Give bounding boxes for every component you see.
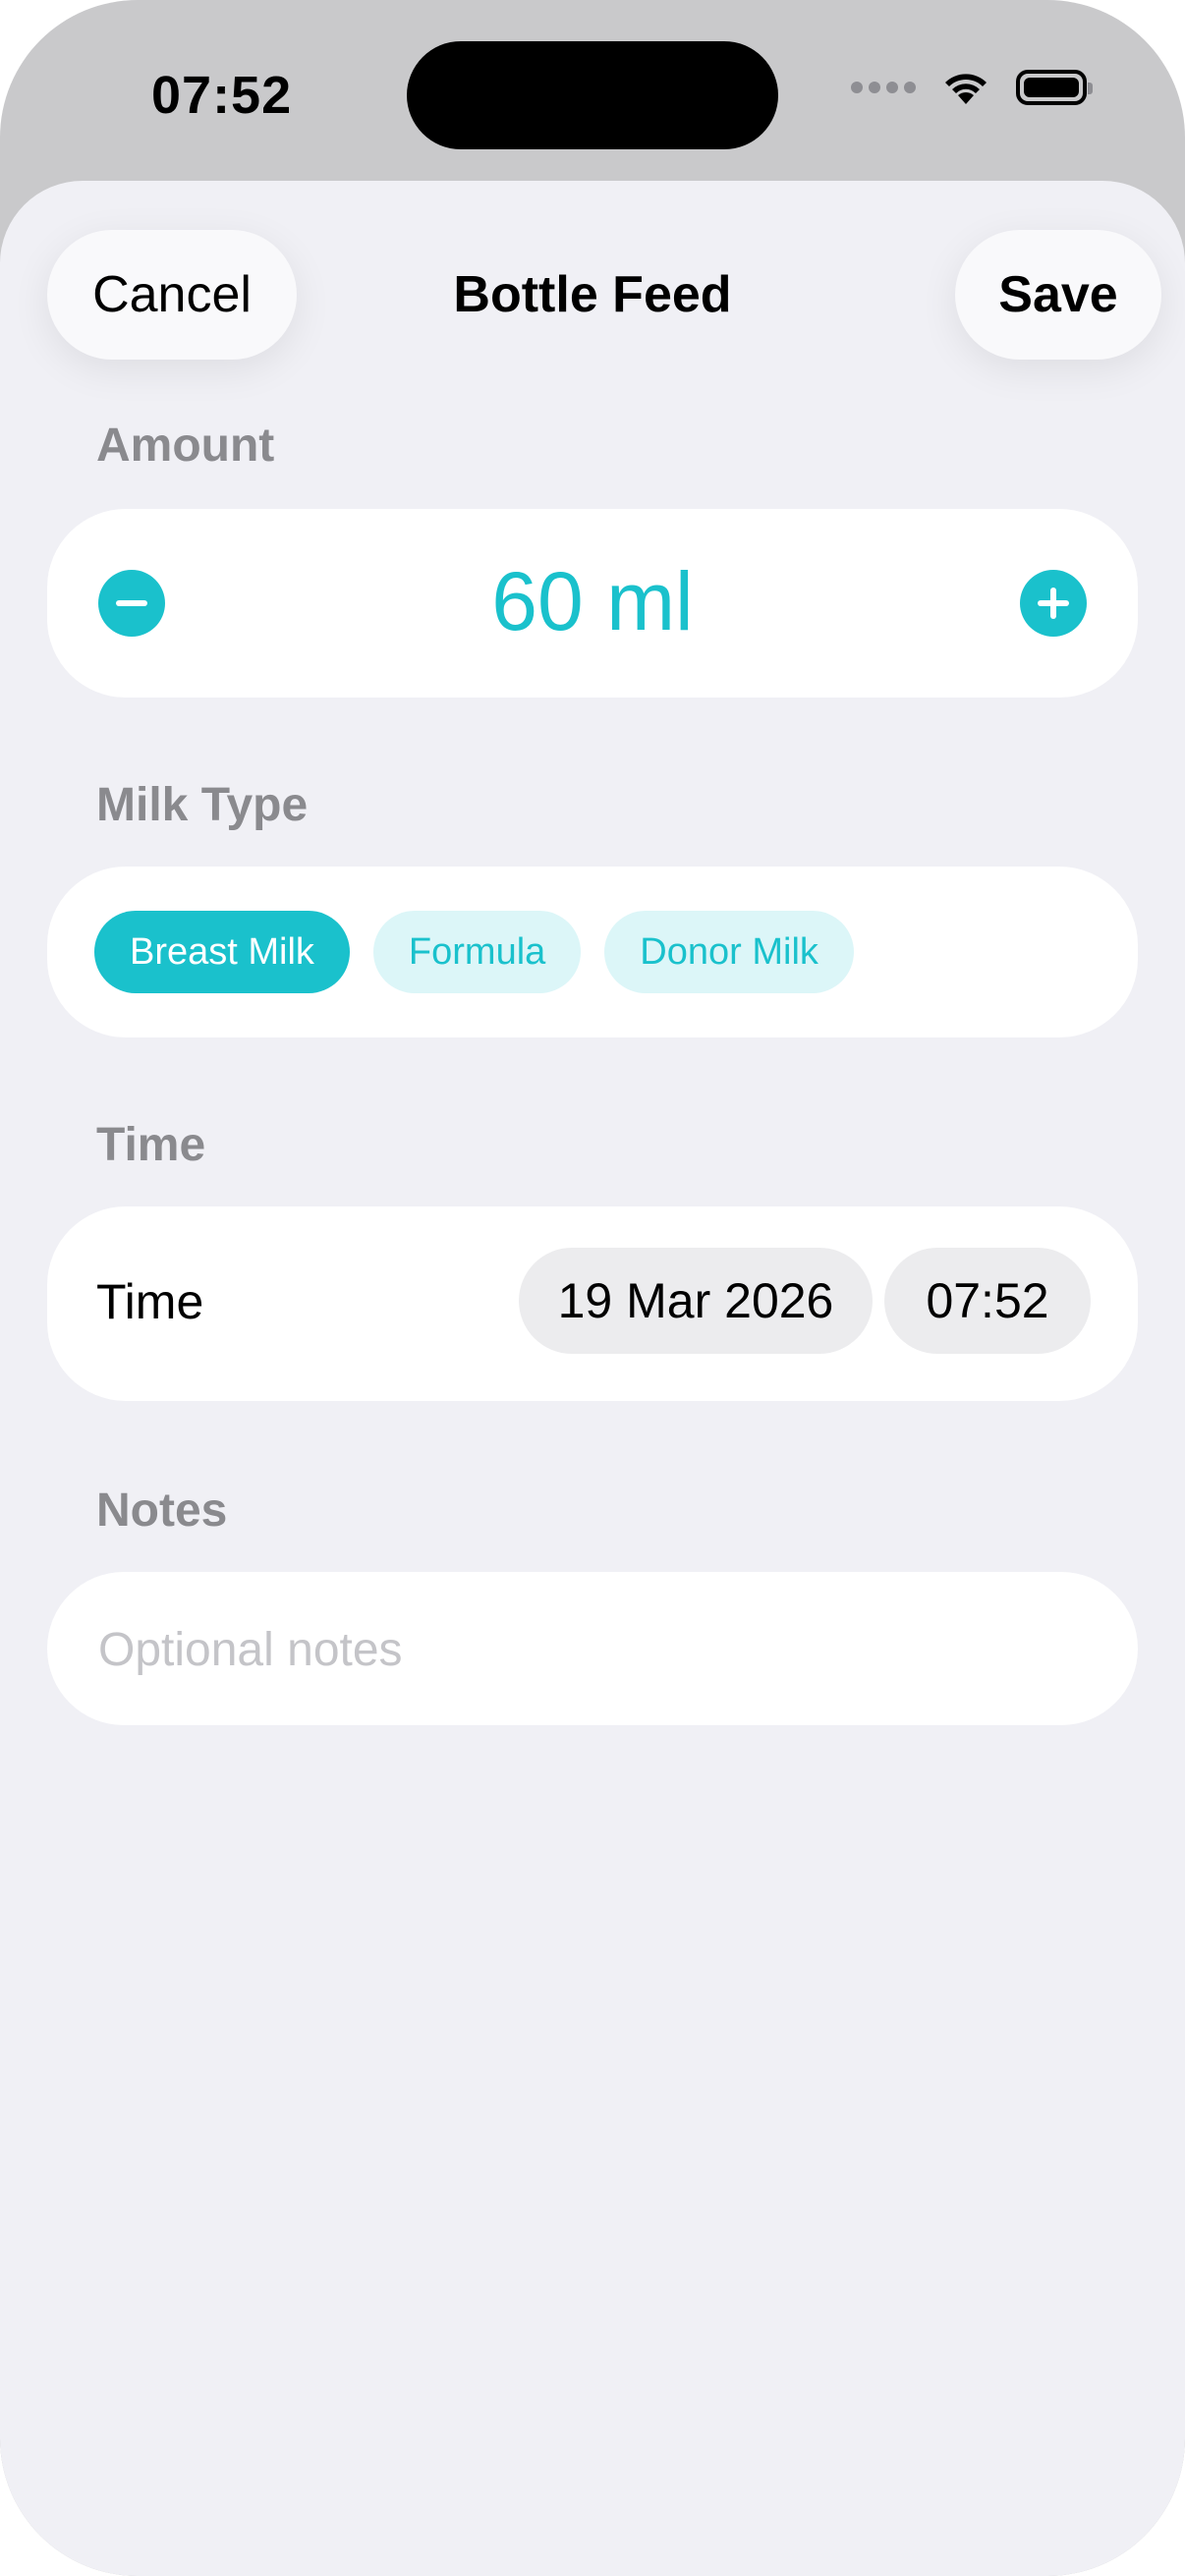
- amount-stepper: 60 ml: [47, 509, 1138, 698]
- signal-icon: [851, 82, 916, 93]
- milk-type-section-label: Milk Type: [96, 779, 309, 831]
- time-row-label: Time: [96, 1274, 204, 1329]
- notes-input[interactable]: [96, 1572, 1093, 1727]
- phone-screen: 07:52 Cancel Bottle Feed Save Amount 60 …: [0, 0, 1185, 2576]
- status-bar-time: 07:52: [151, 66, 293, 125]
- bottle-feed-sheet: Cancel Bottle Feed Save Amount 60 ml Mil…: [0, 181, 1185, 2576]
- milk-type-chip-breast-milk[interactable]: Breast Milk: [94, 911, 350, 993]
- battery-icon: [1016, 70, 1093, 105]
- notes-section-label: Notes: [96, 1484, 228, 1537]
- milk-type-chip-formula[interactable]: Formula: [372, 911, 582, 993]
- notes-card: [47, 1572, 1138, 1727]
- milk-type-chip-donor-milk[interactable]: Donor Milk: [604, 911, 854, 993]
- status-icons: [851, 69, 1093, 106]
- time-picker-button[interactable]: 07:52: [884, 1248, 1091, 1354]
- increase-amount-button[interactable]: [1020, 570, 1087, 637]
- time-section-label: Time: [96, 1119, 206, 1171]
- date-picker-button[interactable]: 19 Mar 2026: [519, 1248, 873, 1354]
- amount-value: 60 ml: [491, 555, 694, 647]
- time-row: Time 19 Mar 2026 07:52: [47, 1206, 1138, 1401]
- dynamic-island: [407, 41, 778, 149]
- amount-section-label: Amount: [96, 420, 275, 472]
- wifi-icon: [945, 74, 987, 104]
- milk-type-selector: Breast Milk Formula Donor Milk: [47, 867, 1138, 1037]
- save-button[interactable]: Save: [955, 230, 1161, 360]
